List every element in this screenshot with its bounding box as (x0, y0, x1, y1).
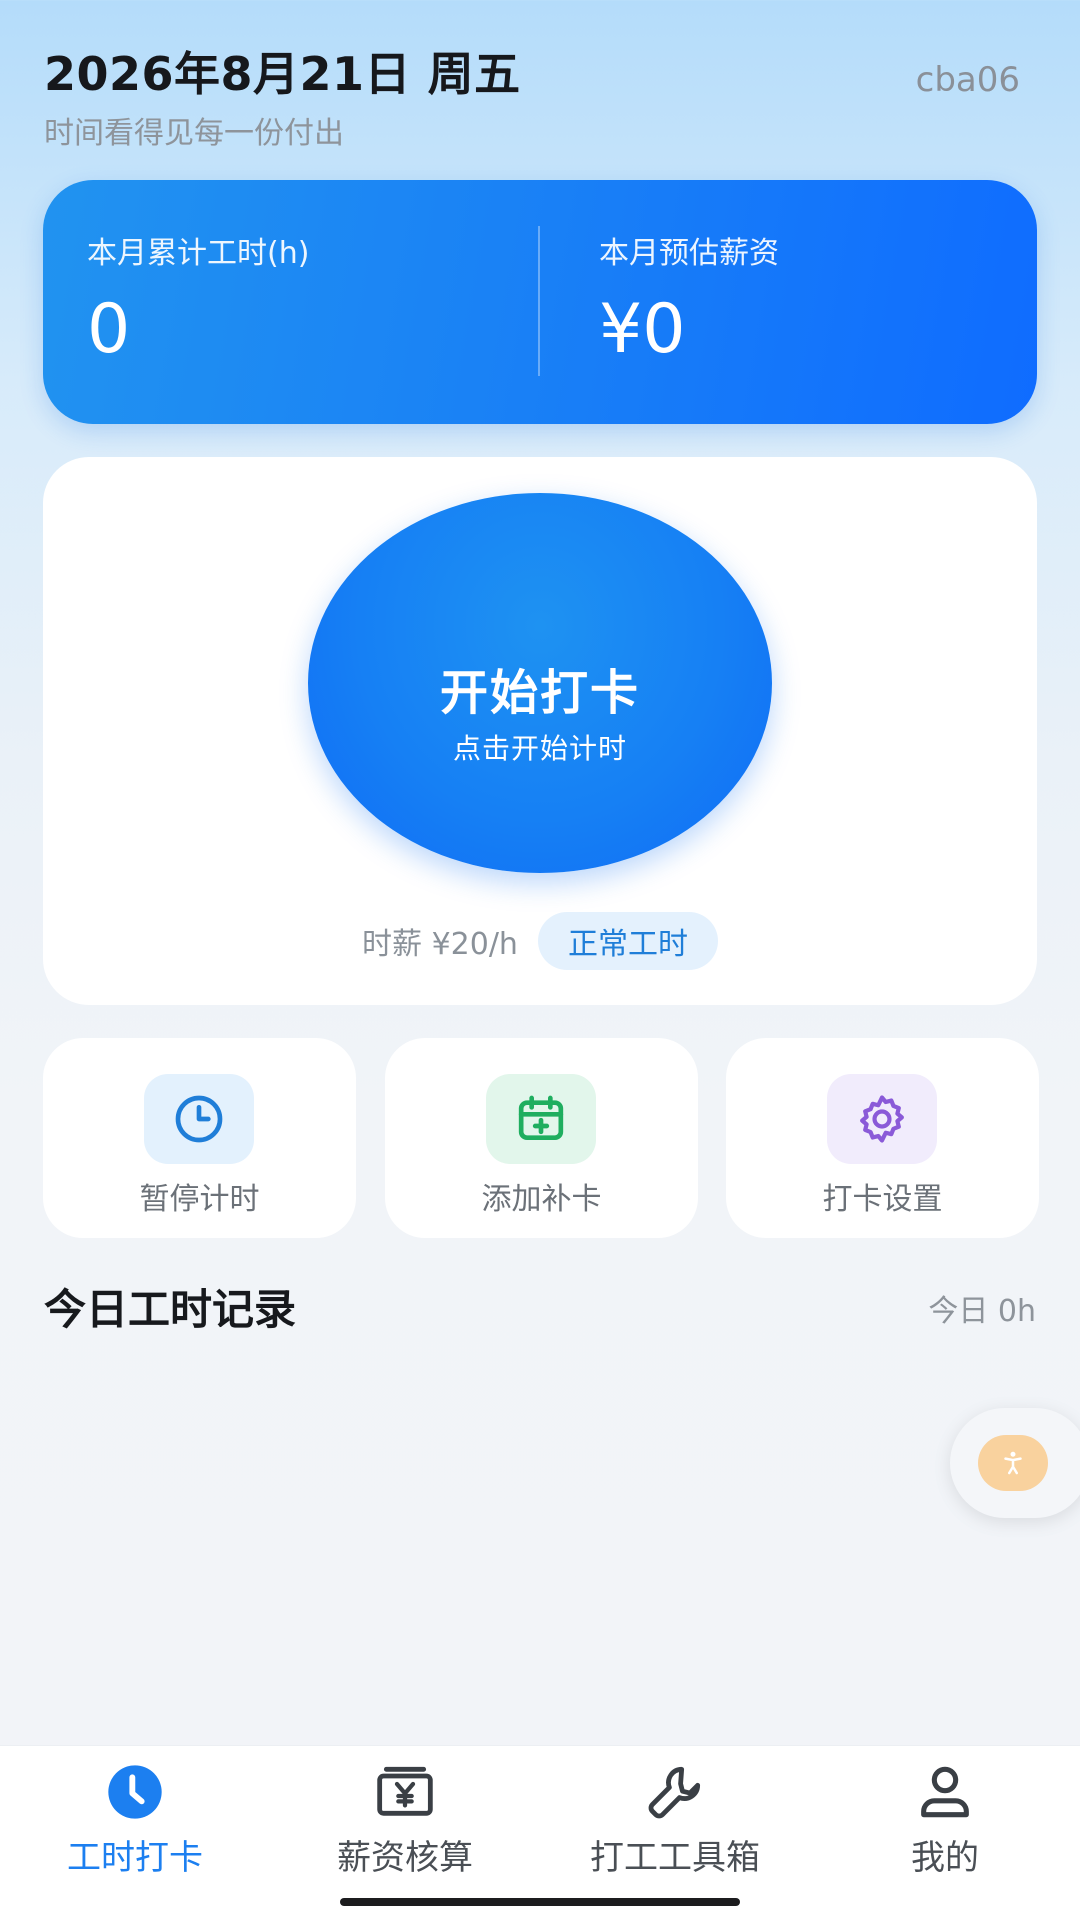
monthly-salary-value: ¥0 (599, 290, 686, 369)
pause-timer-label: 暂停计时 (139, 1182, 260, 1217)
home-indicator[interactable] (340, 1898, 740, 1906)
punch-settings-button[interactable]: 打卡设置 (726, 1038, 1039, 1238)
monthly-hours: 本月累计工时(h) 0 (87, 228, 309, 369)
username[interactable]: cba06 (916, 60, 1020, 100)
bottom-nav: 工时打卡 薪资核算 打工工具箱 我的 (0, 1745, 1080, 1920)
monthly-summary-card: 本月累计工时(h) 0 本月预估薪资 ¥0 (43, 180, 1037, 424)
add-makeup-punch-label: 添加补卡 (481, 1182, 602, 1217)
monthly-salary-label: 本月预估薪资 (599, 236, 779, 271)
wrench-icon (643, 1760, 707, 1824)
nav-label-punch: 工时打卡 (67, 1838, 203, 1878)
monthly-hours-label: 本月累计工时(h) (87, 236, 310, 271)
accessibility-icon (978, 1435, 1048, 1491)
nav-label-profile: 我的 (911, 1838, 979, 1878)
nav-item-profile[interactable]: 我的 (810, 1746, 1080, 1878)
gear-icon (827, 1074, 937, 1164)
today-records-title: 今日工时记录 (44, 1285, 297, 1334)
nav-item-toolbox[interactable]: 打工工具箱 (540, 1746, 810, 1878)
clock-icon (103, 1760, 167, 1824)
nav-label-toolbox: 打工工具箱 (590, 1838, 760, 1878)
add-makeup-punch-button[interactable]: 添加补卡 (385, 1038, 698, 1238)
nav-item-punch[interactable]: 工时打卡 (0, 1746, 270, 1878)
header: 2026年8月21日 周五 时间看得见每一份付出 cba06 (44, 38, 1036, 151)
date-title: 2026年8月21日 周五 (44, 47, 521, 101)
calendar-add-icon (486, 1074, 596, 1164)
header-subtitle: 时间看得见每一份付出 (44, 116, 344, 151)
floating-accessibility-button[interactable] (950, 1408, 1080, 1518)
nav-item-salary[interactable]: 薪资核算 (270, 1746, 540, 1878)
yen-wallet-icon (373, 1760, 437, 1824)
hourly-rate: 时薪 ¥20/h (362, 927, 518, 962)
work-mode-badge[interactable]: 正常工时 (537, 912, 718, 970)
nav-label-salary: 薪资核算 (337, 1838, 473, 1878)
clock-icon (144, 1074, 254, 1164)
today-total-hours: 今日 0h (928, 1294, 1036, 1329)
user-icon (913, 1760, 977, 1824)
summary-divider (538, 226, 540, 376)
rate-row: 时薪 ¥20/h 正常工时 (43, 912, 1037, 970)
pause-timer-button[interactable]: 暂停计时 (43, 1038, 356, 1238)
start-punch-button[interactable]: 开始打卡 点击开始计时 (308, 493, 772, 873)
punch-card: 开始打卡 点击开始计时 时薪 ¥20/h 正常工时 (43, 457, 1037, 1005)
punch-settings-label: 打卡设置 (822, 1182, 943, 1217)
monthly-salary: 本月预估薪资 ¥0 (599, 228, 779, 369)
monthly-hours-value: 0 (87, 290, 131, 369)
punch-subtitle: 点击开始计时 (452, 732, 627, 765)
punch-title: 开始打卡 (439, 665, 640, 721)
